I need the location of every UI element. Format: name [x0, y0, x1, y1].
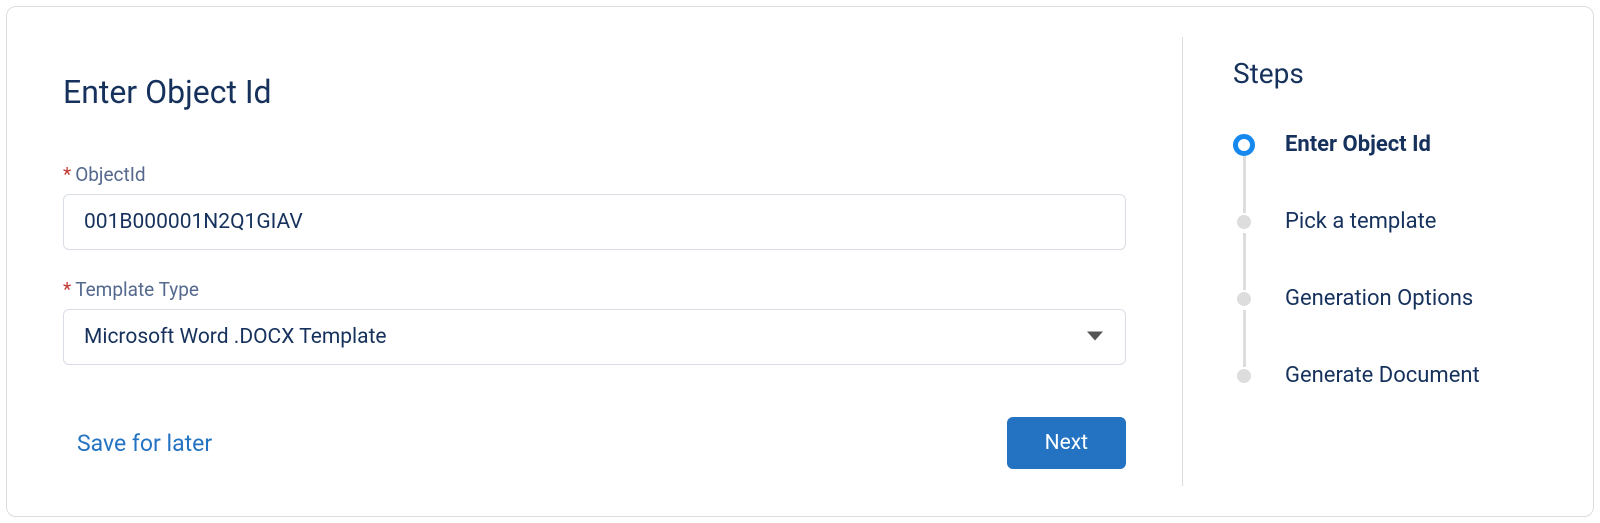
step-connector [1243, 233, 1246, 290]
main-panel: Enter Object Id *ObjectId *Template Type… [7, 37, 1183, 486]
steps-title: Steps [1233, 57, 1563, 90]
step-marker-inactive-icon [1237, 292, 1251, 306]
required-asterisk-icon: * [63, 278, 71, 301]
step-item-enter-object-id: Enter Object Id [1233, 132, 1563, 209]
steps-panel: Steps Enter Object Id Pick a template Ge… [1183, 7, 1593, 516]
template-type-label: *Template Type [63, 278, 1126, 301]
object-id-label-text: ObjectId [75, 163, 145, 186]
step-marker-active-icon [1233, 134, 1255, 156]
template-type-field-group: *Template Type Microsoft Word .DOCX Temp… [63, 278, 1126, 365]
step-label: Pick a template [1285, 209, 1436, 234]
step-label: Generation Options [1285, 286, 1473, 311]
object-id-input[interactable] [63, 194, 1126, 250]
step-label: Enter Object Id [1285, 132, 1431, 157]
footer-actions: Save for later Next [63, 393, 1126, 469]
object-id-field-group: *ObjectId [63, 163, 1126, 250]
object-id-label: *ObjectId [63, 163, 1126, 186]
next-button[interactable]: Next [1007, 417, 1126, 469]
step-item-pick-template: Pick a template [1233, 209, 1563, 286]
template-type-select[interactable]: Microsoft Word .DOCX Template [63, 309, 1126, 365]
save-for-later-button[interactable]: Save for later [63, 426, 226, 461]
template-type-label-text: Template Type [75, 278, 199, 301]
step-item-generation-options: Generation Options [1233, 286, 1563, 363]
required-asterisk-icon: * [63, 163, 71, 186]
page-title: Enter Object Id [63, 73, 1126, 111]
wizard-container: Enter Object Id *ObjectId *Template Type… [6, 6, 1594, 517]
step-marker-inactive-icon [1237, 215, 1251, 229]
step-marker-inactive-icon [1237, 369, 1251, 383]
step-connector [1243, 156, 1246, 213]
template-type-select-wrapper: Microsoft Word .DOCX Template [63, 309, 1126, 365]
step-item-generate-document: Generate Document [1233, 363, 1563, 388]
step-label: Generate Document [1285, 363, 1480, 388]
step-connector [1243, 310, 1246, 367]
steps-list: Enter Object Id Pick a template Generati… [1233, 132, 1563, 388]
